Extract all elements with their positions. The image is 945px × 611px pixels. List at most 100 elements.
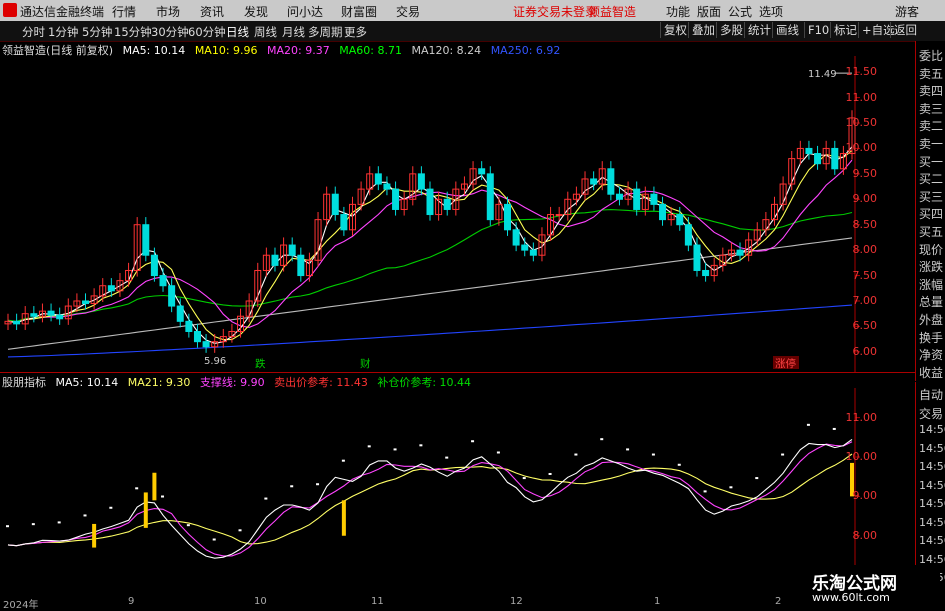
price-tick: 11.50 bbox=[845, 65, 878, 79]
candle-body bbox=[684, 224, 692, 246]
indicator-dot bbox=[574, 453, 578, 456]
side-item-6[interactable]: 买一 bbox=[919, 153, 943, 170]
side-item-15[interactable]: 外盘 bbox=[919, 311, 943, 328]
side-item-12[interactable]: 涨跌 bbox=[919, 258, 943, 275]
period-weekly[interactable]: 周线 bbox=[254, 24, 277, 40]
side2-item-1[interactable]: 交易 bbox=[919, 405, 943, 422]
indicator-dot bbox=[755, 477, 759, 480]
period-60min[interactable]: 60分钟 bbox=[188, 24, 226, 40]
candle-body bbox=[607, 168, 615, 195]
event-marker: 跌 bbox=[255, 357, 266, 370]
indicator-dot bbox=[109, 506, 113, 509]
period-multi[interactable]: 多周期 bbox=[308, 24, 343, 40]
indicator-dot bbox=[677, 463, 681, 466]
candle-body bbox=[426, 188, 434, 216]
indicator-dot bbox=[626, 448, 630, 451]
btn-f10[interactable]: F10 bbox=[804, 22, 832, 38]
period-15min[interactable]: 15分钟 bbox=[114, 24, 152, 40]
candle-body bbox=[702, 269, 710, 277]
candle-body bbox=[417, 173, 425, 190]
candle-body bbox=[392, 188, 400, 210]
side2-item-3[interactable]: 14:56 bbox=[919, 442, 945, 455]
candle-body bbox=[736, 249, 744, 256]
candle-body bbox=[814, 153, 822, 165]
candle-body bbox=[676, 214, 684, 226]
menu-hangqing[interactable]: 行情 bbox=[112, 3, 136, 20]
menu-faxian[interactable]: 发现 bbox=[244, 3, 268, 20]
side-item-2[interactable]: 卖四 bbox=[919, 82, 943, 99]
date-axis: 2024年 9 10 11 12 1 2 bbox=[0, 596, 890, 611]
side-item-18[interactable]: 收益 bbox=[919, 364, 943, 381]
indicator-chart[interactable] bbox=[0, 388, 890, 593]
btn-fuquan[interactable]: 复权 bbox=[660, 22, 690, 38]
menu-zixun[interactable]: 资讯 bbox=[200, 3, 224, 20]
btn-back[interactable]: 返回 bbox=[890, 22, 920, 38]
indicator-dot bbox=[161, 495, 165, 498]
menu-gongneng[interactable]: 功能 bbox=[666, 3, 690, 20]
side2-item-4[interactable]: 14:56 bbox=[919, 460, 945, 473]
watermark-url: www.60lt.com bbox=[812, 591, 890, 604]
period-30min[interactable]: 30分钟 bbox=[151, 24, 189, 40]
candle-body bbox=[168, 285, 176, 307]
period-monthly[interactable]: 月线 bbox=[282, 24, 305, 40]
app-title: 通达信金融终端 bbox=[20, 5, 105, 19]
indicator-dot bbox=[31, 523, 35, 526]
side-item-4[interactable]: 卖二 bbox=[919, 117, 943, 134]
period-fenshi[interactable]: 分时 bbox=[22, 24, 45, 40]
menu-xuanxiang[interactable]: 选项 bbox=[759, 3, 783, 20]
candle-body bbox=[193, 330, 201, 343]
side-item-9[interactable]: 买四 bbox=[919, 205, 943, 222]
candle-body bbox=[383, 183, 391, 190]
side-item-3[interactable]: 卖三 bbox=[919, 100, 943, 117]
menu-jiaoyi[interactable]: 交易 bbox=[396, 3, 420, 20]
side2-item-0[interactable]: 自动 bbox=[919, 386, 943, 403]
indicator-dot bbox=[445, 456, 449, 459]
indicator-dot bbox=[341, 459, 345, 462]
period-more[interactable]: 更多 bbox=[344, 24, 367, 40]
date-jan: 1 bbox=[654, 596, 661, 607]
btn-duogu[interactable]: 多股 bbox=[716, 22, 746, 38]
side-item-17[interactable]: 净资 bbox=[919, 346, 943, 363]
price-tick: 10.50 bbox=[845, 116, 878, 130]
side-item-0[interactable]: 委比 bbox=[919, 47, 943, 64]
btn-biaoji[interactable]: 标记 bbox=[830, 22, 860, 38]
indicator-dot bbox=[806, 423, 810, 426]
side-item-13[interactable]: 涨幅 bbox=[919, 276, 943, 293]
user-guest[interactable]: 游客 bbox=[895, 3, 919, 20]
indicator-dot bbox=[393, 448, 397, 451]
candle-body bbox=[512, 229, 520, 246]
side2-item-5[interactable]: 14:56 bbox=[919, 479, 945, 492]
menu-caifuquan[interactable]: 财富圈 bbox=[341, 3, 377, 20]
indicator-dot bbox=[264, 497, 268, 500]
side-item-16[interactable]: 换手 bbox=[919, 329, 943, 346]
period-5min[interactable]: 5分钟 bbox=[82, 24, 112, 40]
side-item-7[interactable]: 买二 bbox=[919, 170, 943, 187]
side-item-10[interactable]: 买五 bbox=[919, 223, 943, 240]
candle-body bbox=[340, 214, 348, 231]
side2-item-9[interactable]: 14:56 bbox=[919, 553, 945, 566]
side2-item-2[interactable]: 14:56 bbox=[919, 423, 945, 436]
menu-wenxiaoda[interactable]: 问小达 bbox=[287, 3, 323, 20]
side2-item-8[interactable]: 14:56 bbox=[919, 534, 945, 547]
menu-banmian[interactable]: 版面 bbox=[697, 3, 721, 20]
side-item-8[interactable]: 买三 bbox=[919, 188, 943, 205]
side-item-11[interactable]: 现价 bbox=[919, 241, 943, 258]
login-warning[interactable]: 证券交易未登录 bbox=[513, 3, 597, 20]
btn-diejia[interactable]: 叠加 bbox=[688, 22, 718, 38]
period-daily[interactable]: 日线 bbox=[226, 24, 249, 40]
support-line bbox=[7, 441, 853, 557]
btn-tongji[interactable]: 统计 bbox=[744, 22, 774, 38]
candle-body bbox=[529, 249, 537, 256]
btn-huaxian[interactable]: 画线 bbox=[772, 22, 802, 38]
period-1min[interactable]: 1分钟 bbox=[48, 24, 78, 40]
candlestick-chart[interactable]: 11.49 5.96 跌 财 涨停 bbox=[0, 56, 890, 372]
side-item-1[interactable]: 卖五 bbox=[919, 65, 943, 82]
indicator-axis: 11.0010.009.008.007.00 bbox=[846, 388, 910, 593]
side-item-5[interactable]: 卖一 bbox=[919, 135, 943, 152]
side2-item-7[interactable]: 14:56 bbox=[919, 516, 945, 529]
side-item-14[interactable]: 总量 bbox=[919, 293, 943, 310]
side2-item-6[interactable]: 14:56 bbox=[919, 497, 945, 510]
indicator-dot bbox=[703, 490, 707, 493]
menu-shichang[interactable]: 市场 bbox=[156, 3, 180, 20]
menu-gongshi[interactable]: 公式 bbox=[728, 3, 752, 20]
